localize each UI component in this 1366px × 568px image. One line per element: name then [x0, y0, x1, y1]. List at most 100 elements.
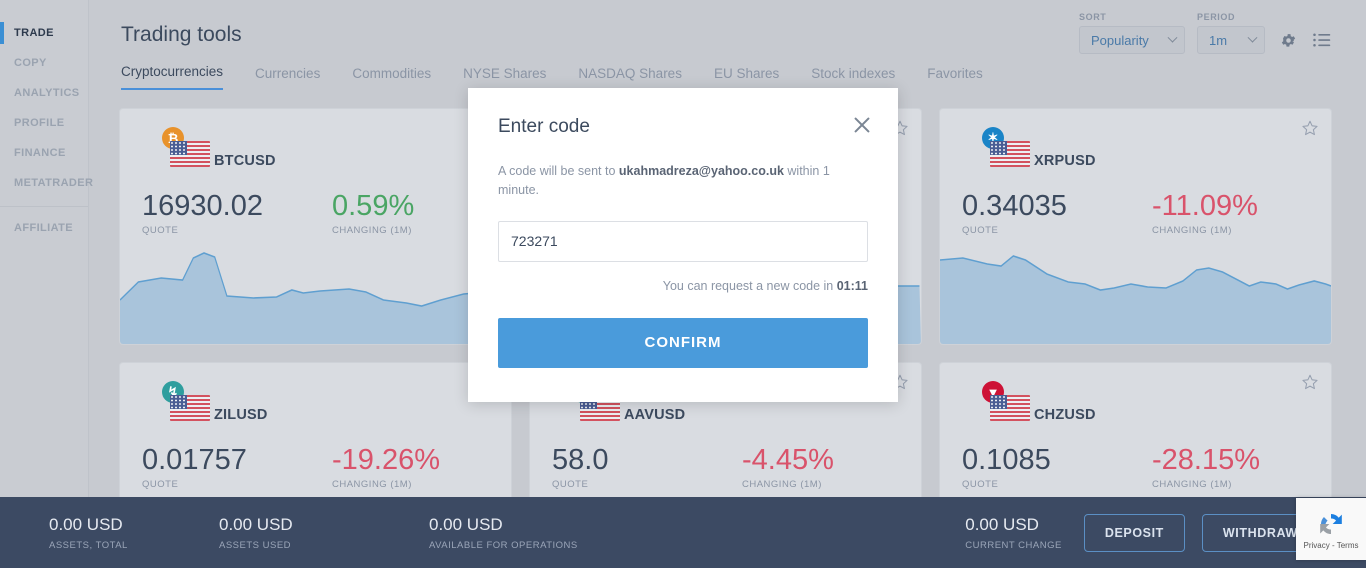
timer-value: 01:11	[836, 278, 868, 293]
modal-title: Enter code	[498, 116, 590, 137]
quote-label: QUOTE	[962, 479, 999, 491]
symbol-icons: ↯	[142, 381, 210, 421]
sort-value: Popularity	[1091, 32, 1149, 48]
change-metric: -19.26% CHANGING (1M)	[332, 445, 440, 491]
sidebar-item-profile[interactable]: PROFILE	[0, 108, 88, 138]
instrument-card[interactable]: ✶ XRPUSD 0.34035 QUOTE -11.09% CHANGING …	[939, 108, 1332, 345]
sidebar-item-label: PROFILE	[14, 117, 65, 129]
sort-label: SORT	[1079, 12, 1107, 22]
page-title: Trading tools	[121, 23, 242, 46]
tab-eu-shares[interactable]: EU Shares	[714, 66, 779, 90]
sidebar-item-finance[interactable]: FINANCE	[0, 138, 88, 168]
recaptcha-legal: Privacy - Terms	[1304, 541, 1359, 550]
us-flag-icon	[990, 141, 1030, 167]
sidebar-item-metatrader[interactable]: METATRADER	[0, 168, 93, 198]
sidebar-item-analytics[interactable]: ANALYTICS	[0, 78, 88, 108]
modal-description: A code will be sent to ukahmadreza@yahoo…	[498, 162, 868, 201]
sidebar-divider	[0, 206, 88, 207]
sidebar-item-label: AFFILIATE	[14, 222, 73, 234]
privacy-link[interactable]: Privacy	[1304, 541, 1330, 550]
us-flag-icon	[990, 395, 1030, 421]
terms-link[interactable]: Terms	[1337, 541, 1359, 550]
symbol-icons: ▼	[962, 381, 1030, 421]
recaptcha-icon	[1320, 513, 1342, 534]
favorite-star-icon[interactable]	[1301, 119, 1319, 137]
symbol-name: XRPUSD	[1034, 153, 1096, 169]
category-tabs: Cryptocurrencies Currencies Commodities …	[121, 64, 1366, 90]
favorite-star-icon[interactable]	[1301, 373, 1319, 391]
change-value: -4.45%	[742, 444, 834, 476]
change-value: 0.59%	[332, 190, 415, 222]
sort-select[interactable]: Popularity	[1079, 26, 1185, 54]
period-control: PERIOD 1m	[1197, 12, 1265, 54]
change-value: -28.15%	[1152, 444, 1261, 476]
sparkline-chart	[940, 248, 1331, 344]
code-input[interactable]	[498, 220, 868, 262]
sidebar-item-label: FINANCE	[14, 147, 66, 159]
stat-value: 0.00 USD	[965, 514, 1039, 534]
tab-currencies[interactable]: Currencies	[255, 66, 320, 90]
tab-label: Currencies	[255, 66, 321, 81]
confirm-button[interactable]: CONFIRM	[498, 317, 868, 368]
change-metric: -11.09% CHANGING (1M)	[1152, 191, 1258, 237]
sparkline-chart	[120, 248, 511, 344]
change-label: CHANGING (1M)	[332, 479, 412, 491]
tab-favorites[interactable]: Favorites	[927, 66, 983, 90]
change-label: CHANGING (1M)	[742, 479, 822, 491]
sidebar-item-trade[interactable]: TRADE	[0, 18, 88, 48]
deposit-button[interactable]: DEPOSIT	[1083, 513, 1185, 552]
change-label: CHANGING (1M)	[1152, 225, 1232, 237]
tab-nyse-shares[interactable]: NYSE Shares	[463, 66, 546, 90]
symbol-name: CHZUSD	[1034, 407, 1096, 423]
tab-label: Cryptocurrencies	[121, 64, 224, 79]
sidebar-item-copy[interactable]: COPY	[0, 48, 88, 78]
symbol-icons: ₿	[142, 127, 210, 167]
timer-text: You can request a new code in	[662, 278, 837, 293]
gear-icon[interactable]	[1277, 26, 1299, 54]
period-value: 1m	[1209, 32, 1228, 48]
tab-commodities[interactable]: Commodities	[352, 66, 431, 90]
stat-label: CURRENT CHANGE	[965, 539, 1062, 551]
quote-label: QUOTE	[142, 225, 179, 237]
card-metrics: 0.34035 QUOTE -11.09% CHANGING (1M)	[962, 190, 1258, 237]
sidebar-item-label: METATRADER	[14, 177, 94, 189]
period-select[interactable]: 1m	[1197, 26, 1265, 54]
tab-cryptocurrencies[interactable]: Cryptocurrencies	[121, 64, 224, 90]
us-flag-icon	[170, 395, 210, 421]
tab-nasdaq-shares[interactable]: NASDAQ Shares	[578, 66, 682, 90]
us-flag-icon	[170, 141, 210, 167]
change-metric: -4.45% CHANGING (1M)	[742, 444, 834, 491]
account-summary-bar: 0.00 USD ASSETS, TOTAL 0.00 USD ASSETS U…	[0, 497, 1366, 568]
stat-available-for-operations: 0.00 USD AVAILABLE FOR OPERATIONS	[429, 515, 849, 551]
instrument-card[interactable]: ₿ BTCUSD 16930.02 QUOTE 0.59% CHANGING (…	[119, 108, 512, 345]
symbol-icons: ✶	[962, 127, 1030, 167]
sidebar-item-label: COPY	[14, 57, 47, 69]
close-icon[interactable]	[851, 114, 873, 136]
quote-label: QUOTE	[552, 479, 589, 491]
chevron-down-icon	[1167, 32, 1178, 43]
change-label: CHANGING (1M)	[332, 225, 412, 237]
symbol-name: BTCUSD	[214, 153, 276, 169]
quote-value: 0.34035	[962, 190, 1067, 222]
sort-control: SORT Popularity	[1079, 12, 1185, 54]
desc-prefix: A code will be sent to	[498, 164, 619, 178]
quote-value: 0.01757	[142, 444, 247, 476]
card-metrics: 0.1085 QUOTE -28.15% CHANGING (1M)	[962, 444, 1261, 491]
desc-email: ukahmadreza@yahoo.co.uk	[618, 164, 784, 178]
quote-value: 0.1085	[962, 444, 1051, 476]
card-header: ▼ CHZUSD	[962, 381, 1096, 423]
card-metrics: 16930.02 QUOTE 0.59% CHANGING (1M)	[142, 190, 415, 237]
tab-stock-indexes[interactable]: Stock indexes	[811, 66, 895, 90]
stat-label: ASSETS, TOTAL	[49, 539, 128, 551]
quote-metric: 0.01757 QUOTE	[142, 444, 332, 491]
tab-label: Stock indexes	[811, 66, 896, 81]
sidebar-item-affiliate[interactable]: AFFILIATE	[0, 213, 88, 243]
app-root: TRADE COPY ANALYTICS PROFILE FINANCE MET…	[0, 0, 1366, 568]
quote-label: QUOTE	[962, 225, 999, 237]
stat-value: 0.00 USD	[219, 514, 293, 534]
list-view-icon[interactable]	[1311, 26, 1333, 54]
symbol-name: ZILUSD	[214, 407, 268, 423]
quote-metric: 0.34035 QUOTE	[962, 190, 1152, 237]
recaptcha-badge[interactable]: Privacy - Terms	[1296, 498, 1366, 560]
tab-label: NYSE Shares	[463, 66, 547, 81]
